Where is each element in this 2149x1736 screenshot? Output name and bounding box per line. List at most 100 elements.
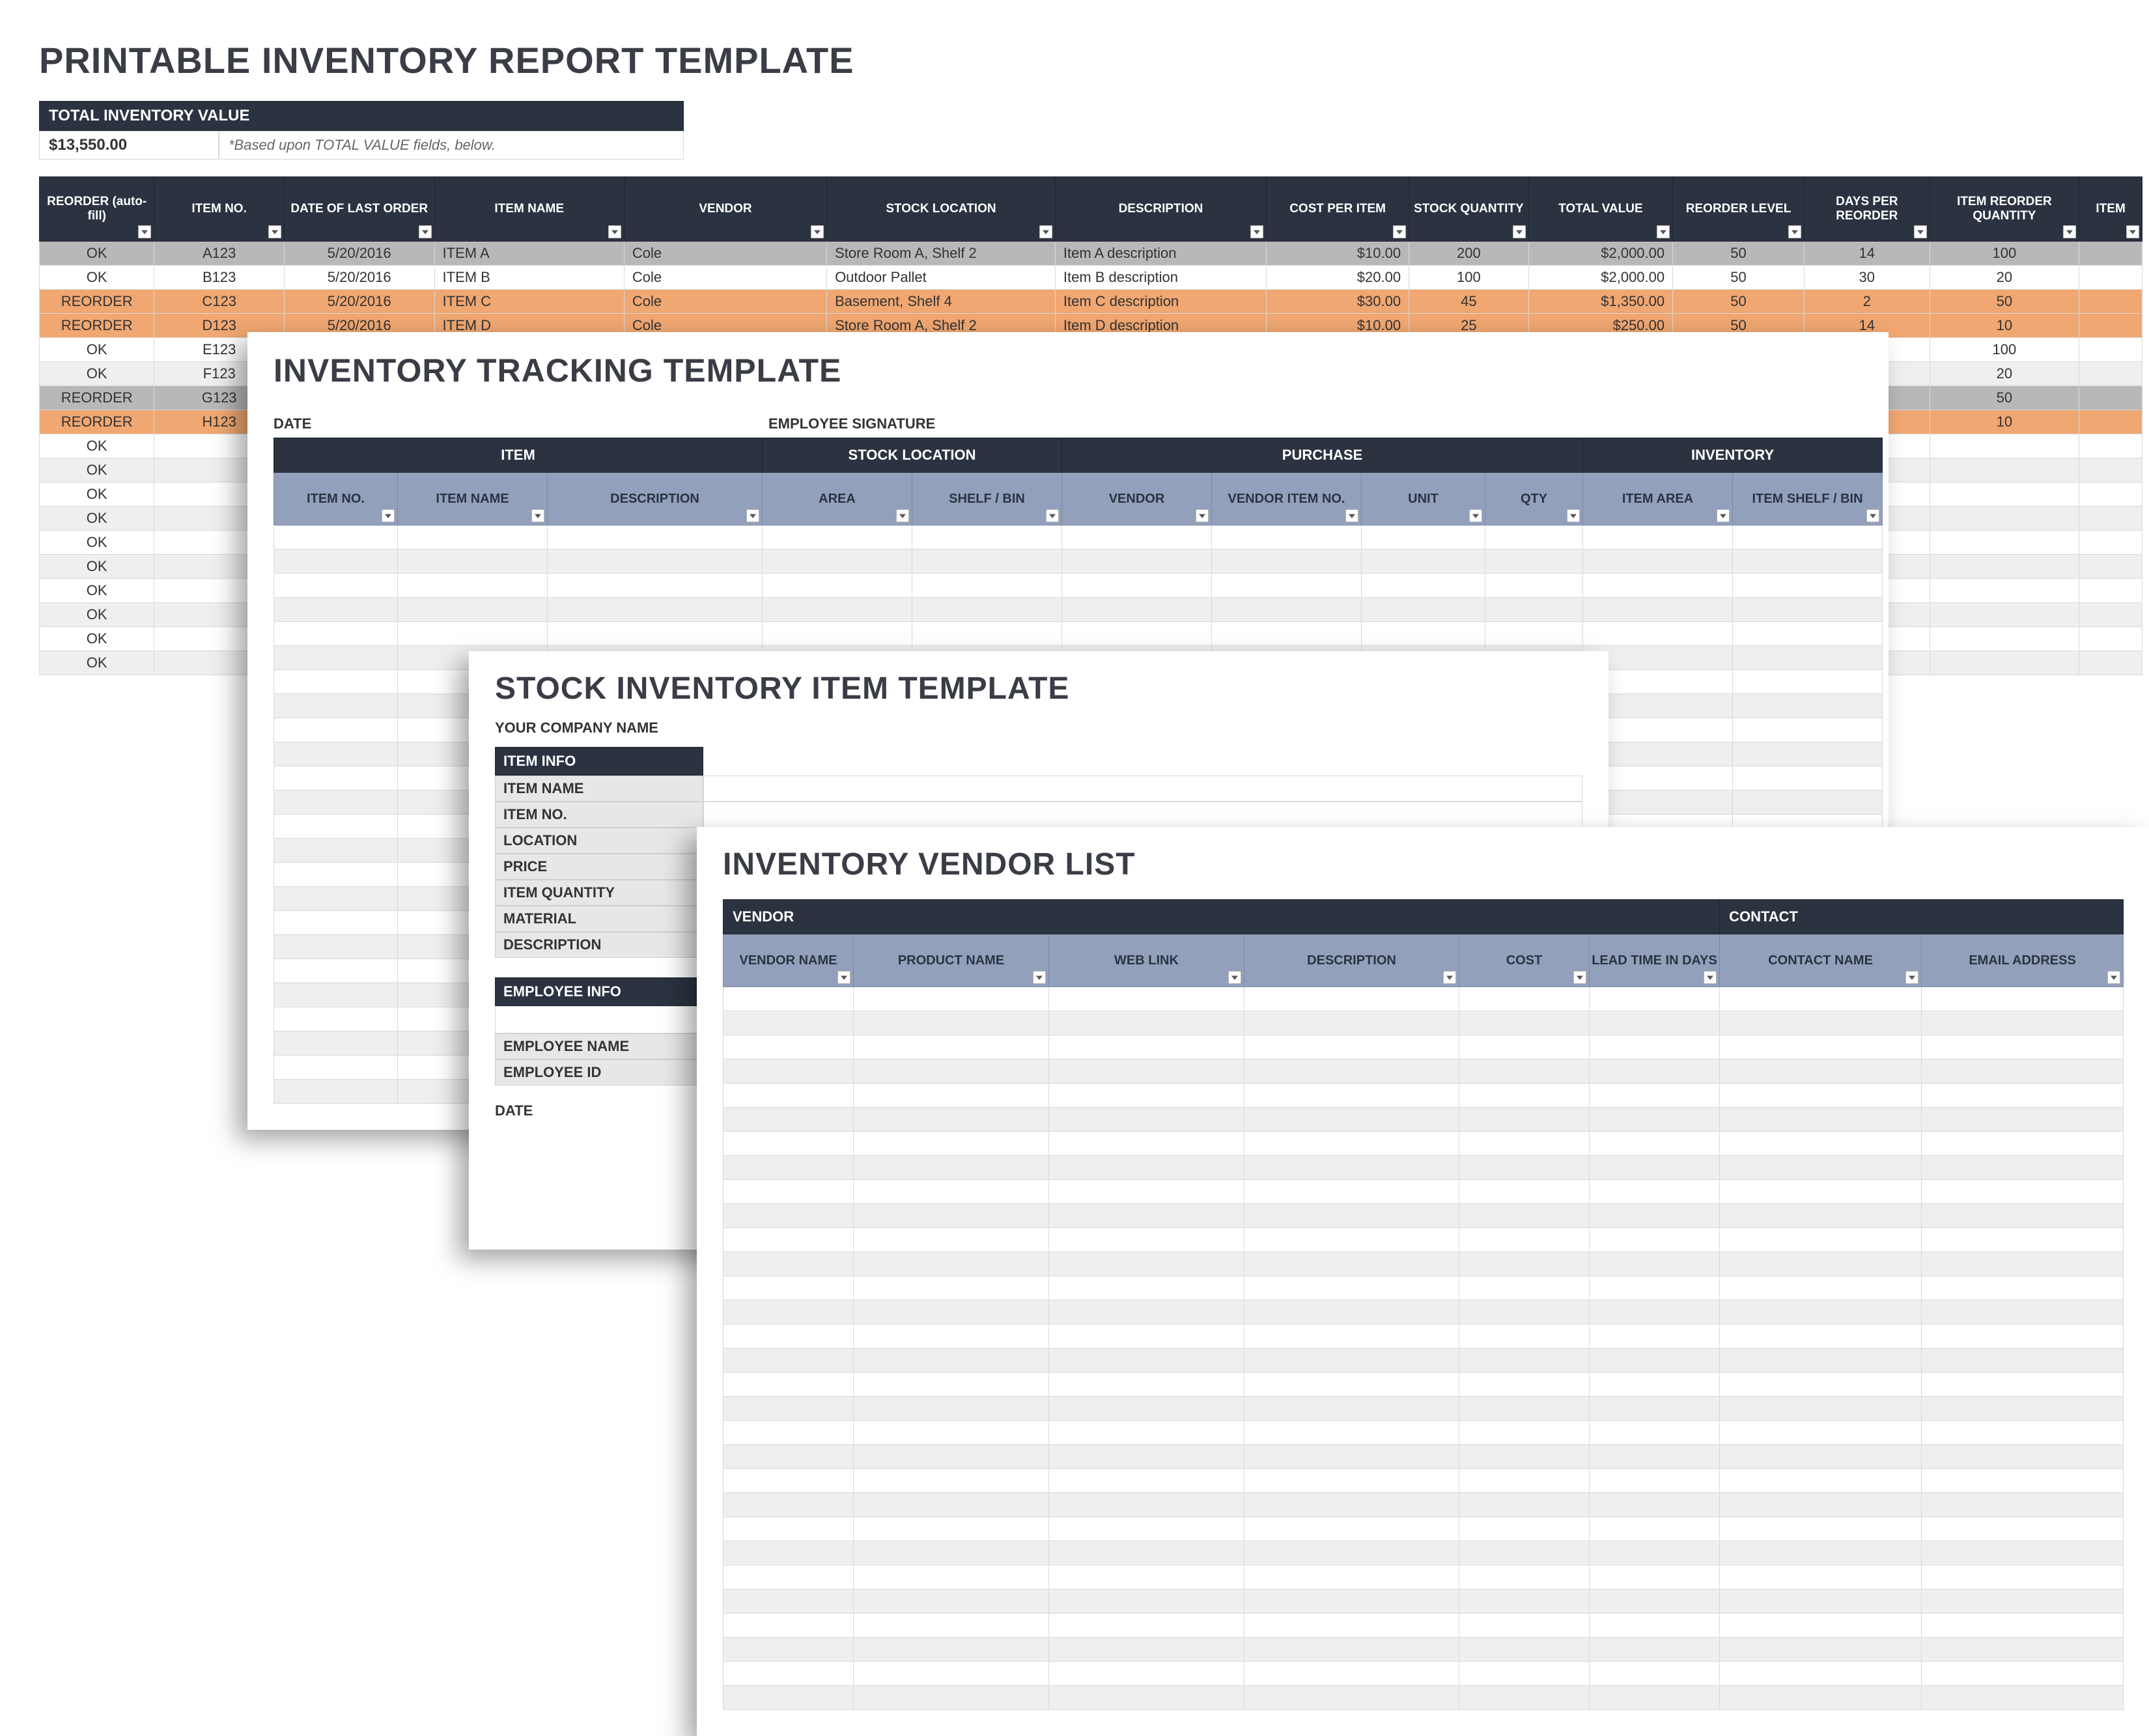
tracking-cell[interactable]	[1583, 525, 1733, 550]
vendor-cell[interactable]	[1459, 1638, 1590, 1662]
vendor-cell[interactable]	[1590, 1228, 1720, 1252]
vendor-cell[interactable]	[854, 1662, 1049, 1686]
tracking-cell[interactable]	[1362, 550, 1485, 574]
report-col-header[interactable]: DATE OF LAST ORDER	[284, 177, 434, 242]
vendor-sub-header[interactable]: CONTACT NAME	[1720, 934, 1922, 987]
vendor-cell[interactable]	[1590, 1204, 1720, 1228]
filter-dropdown-icon[interactable]	[1717, 509, 1730, 522]
vendor-cell[interactable]	[1049, 1469, 1244, 1493]
vendor-cell[interactable]	[1590, 1397, 1720, 1421]
filter-dropdown-icon[interactable]	[1393, 225, 1406, 238]
filter-dropdown-icon[interactable]	[837, 971, 850, 984]
tracking-cell[interactable]	[274, 791, 398, 815]
report-col-header[interactable]: REORDER LEVEL	[1673, 177, 1805, 242]
vendor-cell[interactable]	[723, 1204, 854, 1228]
vendor-cell[interactable]	[723, 1397, 854, 1421]
vendor-cell[interactable]	[1590, 1493, 1720, 1517]
vendor-cell[interactable]	[1049, 1228, 1244, 1252]
tracking-cell[interactable]	[1062, 622, 1212, 646]
tracking-cell[interactable]	[274, 1007, 398, 1031]
tracking-sub-header[interactable]: SHELF / BIN	[912, 473, 1062, 525]
report-col-header[interactable]: VENDOR	[624, 177, 826, 242]
tracking-cell[interactable]	[912, 574, 1062, 598]
vendor-cell[interactable]	[1459, 1517, 1590, 1541]
vendor-cell[interactable]	[1590, 1686, 1720, 1710]
filter-dropdown-icon[interactable]	[1228, 971, 1241, 984]
vendor-cell[interactable]	[1922, 1421, 2124, 1445]
vendor-cell[interactable]	[1244, 1469, 1459, 1493]
vendor-cell[interactable]	[1459, 1493, 1590, 1517]
report-row[interactable]: OK A123 5/20/2016 ITEM A Cole Store Room…	[40, 242, 2142, 266]
vendor-cell[interactable]	[1244, 1493, 1459, 1517]
vendor-cell[interactable]	[1720, 1132, 1922, 1156]
vendor-cell[interactable]	[723, 1132, 854, 1156]
vendor-cell[interactable]	[1720, 1180, 1922, 1204]
tracking-cell[interactable]	[1583, 598, 1733, 622]
tracking-cell[interactable]	[1362, 525, 1485, 550]
tracking-cell[interactable]	[274, 574, 398, 598]
filter-dropdown-icon[interactable]	[1039, 225, 1052, 238]
vendor-cell[interactable]	[1590, 1614, 1720, 1638]
vendor-cell[interactable]	[723, 1445, 854, 1469]
vendor-cell[interactable]	[1922, 1252, 2124, 1276]
filter-dropdown-icon[interactable]	[1657, 225, 1670, 238]
vendor-cell[interactable]	[854, 1565, 1049, 1589]
report-row[interactable]: REORDER C123 5/20/2016 ITEM C Cole Basem…	[40, 290, 2142, 314]
report-row[interactable]: OK B123 5/20/2016 ITEM B Cole Outdoor Pa…	[40, 266, 2142, 290]
vendor-cell[interactable]	[1590, 1156, 1720, 1180]
tracking-cell[interactable]	[912, 622, 1062, 646]
filter-dropdown-icon[interactable]	[2126, 225, 2139, 238]
vendor-cell[interactable]	[1590, 987, 1720, 1011]
vendor-cell[interactable]	[723, 1276, 854, 1300]
vendor-cell[interactable]	[1922, 987, 2124, 1011]
vendor-cell[interactable]	[1720, 1156, 1922, 1180]
vendor-cell[interactable]	[1459, 1421, 1590, 1445]
tracking-cell[interactable]	[398, 525, 548, 550]
tracking-cell[interactable]	[1733, 766, 1883, 791]
report-col-header[interactable]: DESCRIPTION	[1055, 177, 1266, 242]
filter-dropdown-icon[interactable]	[1914, 225, 1927, 238]
tracking-cell[interactable]	[1362, 598, 1485, 622]
vendor-cell[interactable]	[723, 1421, 854, 1445]
tracking-cell[interactable]	[1733, 718, 1883, 742]
vendor-cell[interactable]	[1244, 1059, 1459, 1084]
report-col-header[interactable]: TOTAL VALUE	[1528, 177, 1672, 242]
tracking-cell[interactable]	[274, 863, 398, 887]
vendor-cell[interactable]	[723, 1686, 854, 1710]
vendor-cell[interactable]	[1720, 1204, 1922, 1228]
vendor-cell[interactable]	[1049, 1445, 1244, 1469]
vendor-cell[interactable]	[1720, 1084, 1922, 1108]
vendor-cell[interactable]	[1459, 1469, 1590, 1493]
tracking-cell[interactable]	[274, 694, 398, 718]
tracking-sub-header[interactable]: VENDOR ITEM NO.	[1212, 473, 1362, 525]
tracking-cell[interactable]	[1733, 622, 1883, 646]
vendor-cell[interactable]	[723, 1228, 854, 1252]
vendor-cell[interactable]	[1459, 1614, 1590, 1638]
vendor-cell[interactable]	[1049, 1204, 1244, 1228]
vendor-cell[interactable]	[723, 1541, 854, 1565]
vendor-cell[interactable]	[1459, 1662, 1590, 1686]
vendor-cell[interactable]	[1459, 1349, 1590, 1373]
vendor-cell[interactable]	[1720, 1541, 1922, 1565]
vendor-cell[interactable]	[1244, 1349, 1459, 1373]
vendor-cell[interactable]	[1244, 1517, 1459, 1541]
vendor-cell[interactable]	[1459, 1324, 1590, 1349]
vendor-cell[interactable]	[723, 1011, 854, 1035]
vendor-cell[interactable]	[1049, 1614, 1244, 1638]
filter-dropdown-icon[interactable]	[1866, 509, 1879, 522]
vendor-cell[interactable]	[1459, 1059, 1590, 1084]
vendor-cell[interactable]	[1244, 1204, 1459, 1228]
filter-dropdown-icon[interactable]	[811, 225, 824, 238]
tracking-cell[interactable]	[1733, 742, 1883, 766]
report-col-header[interactable]: REORDER (auto-fill)	[40, 177, 154, 242]
vendor-cell[interactable]	[1720, 1469, 1922, 1493]
vendor-cell[interactable]	[1720, 1493, 1922, 1517]
vendor-cell[interactable]	[1244, 1421, 1459, 1445]
vendor-cell[interactable]	[1590, 1421, 1720, 1445]
vendor-cell[interactable]	[1244, 1614, 1459, 1638]
filter-dropdown-icon[interactable]	[2107, 971, 2120, 984]
filter-dropdown-icon[interactable]	[1704, 971, 1717, 984]
tracking-cell[interactable]	[274, 550, 398, 574]
filter-dropdown-icon[interactable]	[1573, 971, 1586, 984]
tracking-cell[interactable]	[1733, 598, 1883, 622]
